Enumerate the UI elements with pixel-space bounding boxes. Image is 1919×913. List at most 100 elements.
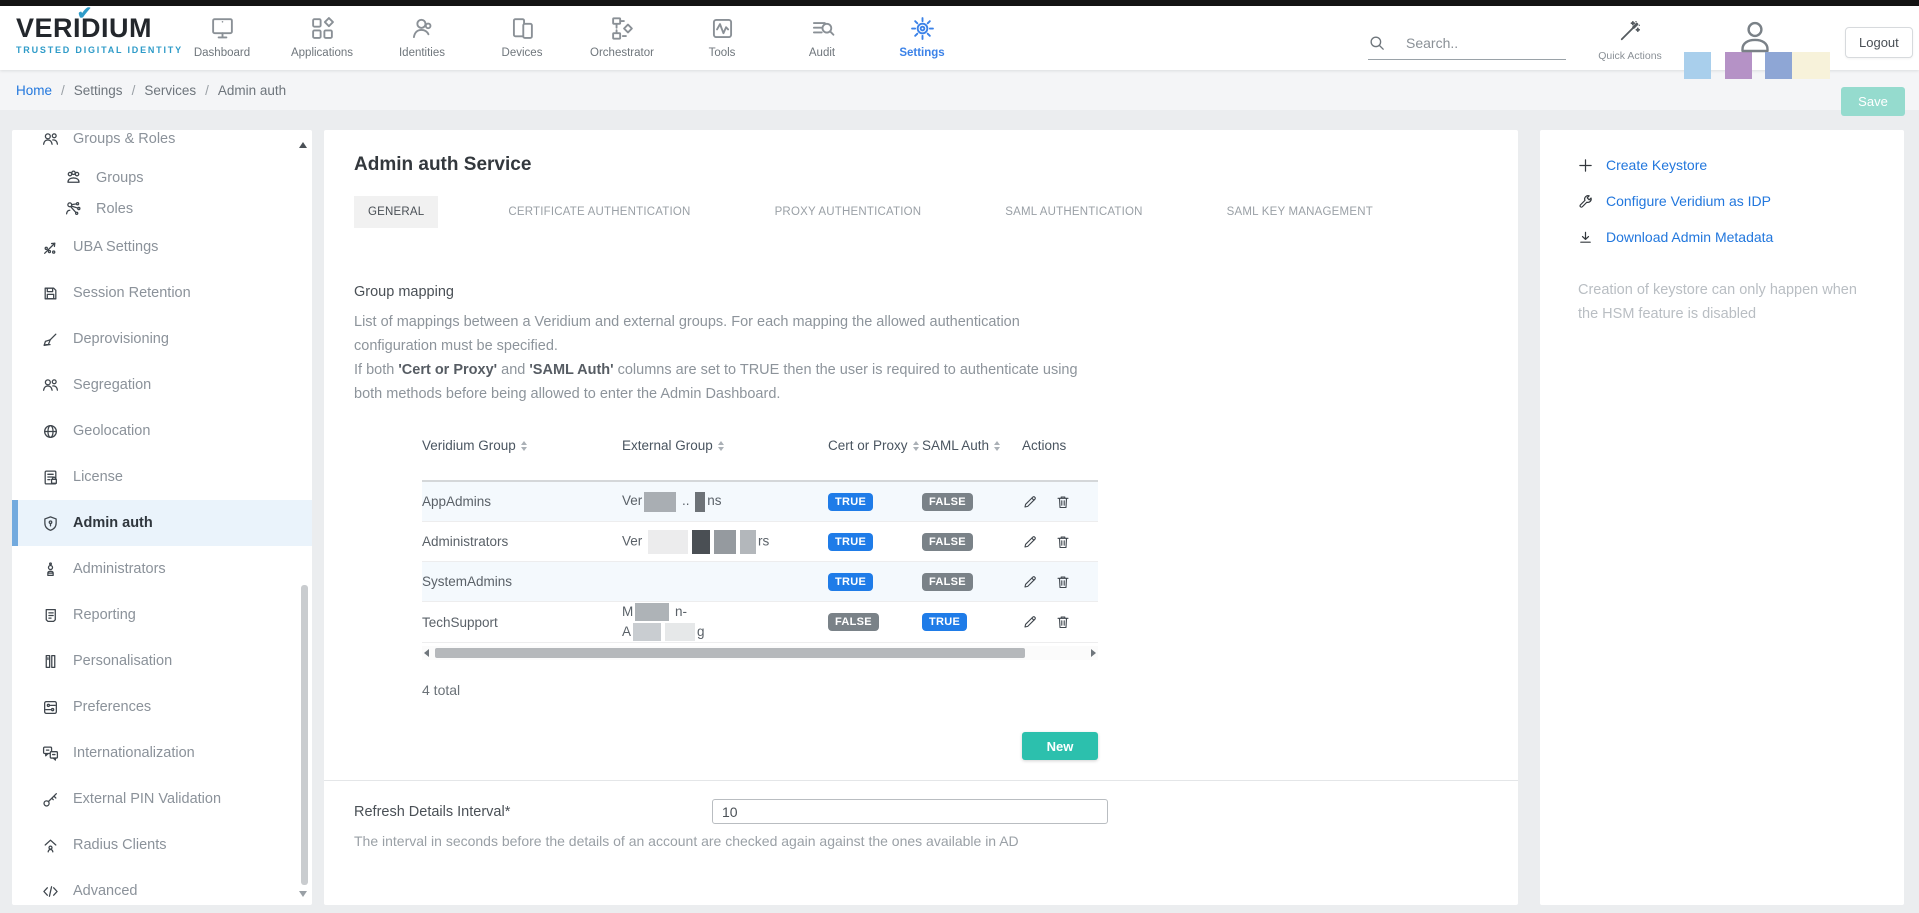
sidebar-item-personalisation[interactable]: Personalisation: [12, 638, 312, 684]
edit-row-button[interactable]: [1022, 614, 1038, 630]
breadcrumb-item-home[interactable]: Home: [16, 83, 52, 98]
redacted-block: [692, 530, 710, 554]
theme-swatch-1[interactable]: [1684, 52, 1711, 79]
table-total-count: 4 total: [422, 682, 1098, 698]
nav-item-tools[interactable]: Tools: [672, 16, 772, 59]
redacted-block: [633, 623, 661, 641]
license-icon: [42, 469, 59, 486]
cert-or-proxy-badge: TRUE: [828, 533, 873, 551]
link-configure-veridium-as-idp[interactable]: Configure Veridium as IDP: [1578, 193, 1904, 209]
sidebar-item-groups[interactable]: Groups: [12, 162, 312, 193]
delete-row-button[interactable]: [1055, 534, 1071, 550]
sidebar-item-preferences[interactable]: Preferences: [12, 684, 312, 730]
cert-or-proxy-badge: TRUE: [828, 573, 873, 591]
admin-icon: [42, 561, 59, 578]
sidebar-item-radius-clients[interactable]: Radius Clients: [12, 822, 312, 868]
sidebar-item-uba-settings[interactable]: UBA Settings: [12, 224, 312, 270]
sidebar-item-segregation[interactable]: Segregation: [12, 362, 312, 408]
tab-certificate-authentication[interactable]: CERTIFICATE AUTHENTICATION: [494, 196, 704, 228]
new-mapping-button[interactable]: New: [1022, 732, 1098, 760]
link-download-admin-metadata[interactable]: Download Admin Metadata: [1578, 229, 1904, 245]
sidebar-item-groups-roles[interactable]: Groups & Roles: [12, 130, 312, 162]
user-avatar[interactable]: [1736, 17, 1774, 55]
sidebar-item-internationalization[interactable]: Internationalization: [12, 730, 312, 776]
actions-cell: [1022, 574, 1098, 590]
theme-swatch-2[interactable]: [1725, 52, 1752, 79]
tab-saml-key-management[interactable]: SAML KEY MANAGEMENT: [1213, 196, 1387, 228]
section-divider: [324, 780, 1518, 781]
table-horizontal-scrollbar[interactable]: [422, 646, 1098, 660]
sidebar-item-roles[interactable]: Roles: [12, 193, 312, 224]
sort-caret-icon: [913, 441, 919, 451]
sidebar-item-reporting[interactable]: Reporting: [12, 592, 312, 638]
sidebar-item-license[interactable]: License: [12, 454, 312, 500]
nav-item-audit[interactable]: Audit: [772, 16, 872, 59]
delete-row-button[interactable]: [1055, 614, 1071, 630]
roles-icon: [65, 200, 82, 217]
edit-row-button[interactable]: [1022, 574, 1038, 590]
veridium-logo[interactable]: VERIDIUM✔ TRUSTED DIGITAL IDENTITY: [16, 15, 183, 55]
nav-item-orchestrator[interactable]: Orchestrator: [572, 16, 672, 59]
users-icon: [42, 131, 59, 148]
refresh-interval-label: Refresh Details Interval*: [354, 804, 712, 820]
saml-auth-badge: FALSE: [922, 573, 973, 591]
horizontal-scrollbar-thumb[interactable]: [435, 648, 1025, 658]
tab-saml-authentication[interactable]: SAML AUTHENTICATION: [991, 196, 1156, 228]
redacted-block: [665, 623, 695, 641]
nav-item-identities[interactable]: Identities: [372, 16, 472, 59]
sidebar-scroll-up[interactable]: [299, 142, 307, 148]
sidebar-scrollbar-thumb[interactable]: [301, 585, 308, 885]
delete-row-button[interactable]: [1055, 574, 1071, 590]
delete-row-button[interactable]: [1055, 494, 1071, 510]
sidebar-item-advanced[interactable]: Advanced: [12, 868, 312, 905]
scroll-left-arrow[interactable]: [424, 649, 429, 657]
logout-button[interactable]: Logout: [1845, 27, 1913, 58]
sidebar-item-label: License: [73, 469, 123, 485]
report-icon: [42, 607, 59, 624]
nav-item-settings[interactable]: Settings: [872, 16, 972, 59]
nav-item-dashboard[interactable]: Dashboard: [172, 16, 272, 59]
search-input[interactable]: [1406, 35, 1556, 51]
devices-icon: [510, 16, 535, 41]
sidebar-item-geolocation[interactable]: Geolocation: [12, 408, 312, 454]
column-header-cert-or-proxy[interactable]: Cert or Proxy: [828, 438, 922, 453]
breadcrumb-item-settings[interactable]: Settings: [74, 83, 123, 98]
sidebar-item-label: Admin auth: [73, 515, 153, 531]
edit-row-button[interactable]: [1022, 494, 1038, 510]
scroll-right-arrow[interactable]: [1091, 649, 1096, 657]
column-header-saml-auth[interactable]: SAML Auth: [922, 438, 1022, 453]
sidebar-scroll-down[interactable]: [299, 891, 307, 897]
quick-actions-button[interactable]: Quick Actions: [1596, 19, 1664, 62]
column-header-external-group[interactable]: External Group: [622, 438, 828, 453]
tab-proxy-authentication[interactable]: PROXY AUTHENTICATION: [761, 196, 936, 228]
refresh-interval-input[interactable]: [712, 799, 1108, 824]
theme-swatch-3[interactable]: [1765, 52, 1792, 79]
link-label: Configure Veridium as IDP: [1606, 193, 1771, 209]
column-header-veridium-group[interactable]: Veridium Group: [422, 438, 622, 453]
sidebar-item-label: Deprovisioning: [73, 331, 169, 347]
sidebar-item-deprovisioning[interactable]: Deprovisioning: [12, 316, 312, 362]
redacted-block: [648, 530, 688, 554]
breadcrumb-item-services[interactable]: Services: [144, 83, 196, 98]
floppy-icon: [42, 285, 59, 302]
edit-row-button[interactable]: [1022, 534, 1038, 550]
brand-text: VERIDIUM✔: [16, 15, 183, 42]
nav-item-applications[interactable]: Applications: [272, 16, 372, 59]
sidebar-item-session-retention[interactable]: Session Retention: [12, 270, 312, 316]
sidebar-item-administrators[interactable]: Administrators: [12, 546, 312, 592]
actions-cell: [1022, 534, 1098, 550]
link-create-keystore[interactable]: Create Keystore: [1578, 157, 1904, 173]
cert-or-proxy-cell: FALSE: [828, 613, 922, 631]
sidebar-item-external-pin-validation[interactable]: External PIN Validation: [12, 776, 312, 822]
save-button[interactable]: Save: [1841, 87, 1905, 116]
nav-item-devices[interactable]: Devices: [472, 16, 572, 59]
table-row-systemadmins: SystemAdminsTRUEFALSE: [422, 562, 1098, 602]
theme-swatch-4[interactable]: [1787, 52, 1830, 79]
sort-caret-icon: [718, 441, 724, 451]
link-label: Create Keystore: [1606, 157, 1707, 173]
sidebar-item-label: Preferences: [73, 699, 151, 715]
monitor-icon: [210, 16, 235, 41]
tab-general[interactable]: GENERAL: [354, 196, 438, 228]
sidebar-item-admin-auth[interactable]: Admin auth: [12, 500, 312, 546]
nav-label: Tools: [709, 47, 736, 59]
